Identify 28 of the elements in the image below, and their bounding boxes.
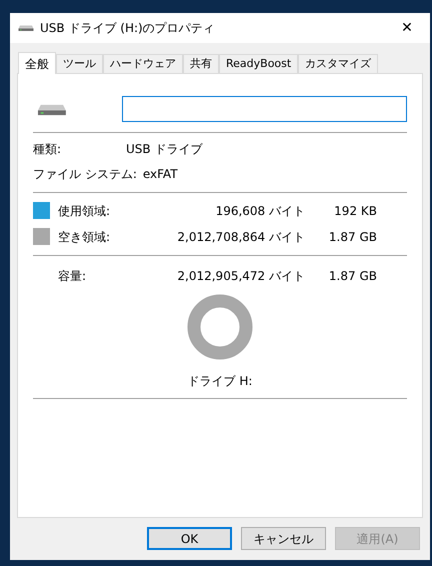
tab[interactable]: ハードウェア [103, 54, 183, 73]
name-field[interactable] [122, 96, 407, 122]
space-size: 192 KB [333, 202, 377, 220]
tab[interactable]: カスタマイズ [298, 54, 378, 73]
tab[interactable]: 全般 [18, 52, 56, 74]
space-bytes: 2,012,708,864 バイト [176, 228, 305, 246]
field-value: USB ドライブ [126, 141, 202, 158]
capacity-bytes: 2,012,905,472 バイト [176, 268, 305, 284]
drive-label: ドライブ H: [188, 373, 252, 390]
space-size: 1.87 GB [328, 228, 377, 246]
space-label: 空き領域: [58, 228, 112, 246]
field-label: ファイル システム: [33, 166, 138, 183]
usage-donut [187, 294, 253, 360]
space-bytes: 196,608 バイト [214, 202, 305, 220]
capacity-size: 1.87 GB [328, 268, 377, 284]
close-button[interactable]: ✕ [384, 13, 430, 43]
tab[interactable]: 共有 [183, 54, 219, 73]
tab[interactable]: ツール [56, 54, 103, 73]
capacity-label: 容量: [58, 268, 88, 284]
dialog-button[interactable]: OK [147, 527, 232, 550]
space-label: 使用領域: [58, 202, 112, 220]
drive-icon [18, 24, 34, 32]
dialog-button[interactable]: キャンセル [241, 527, 326, 550]
tab[interactable]: ReadyBoost [219, 54, 298, 73]
field-value: exFAT [142, 166, 178, 183]
field-label: 種類: [33, 141, 62, 158]
window-title: USB ドライブ (H:)のプロパティ [40, 20, 215, 37]
drive-icon [37, 102, 67, 116]
